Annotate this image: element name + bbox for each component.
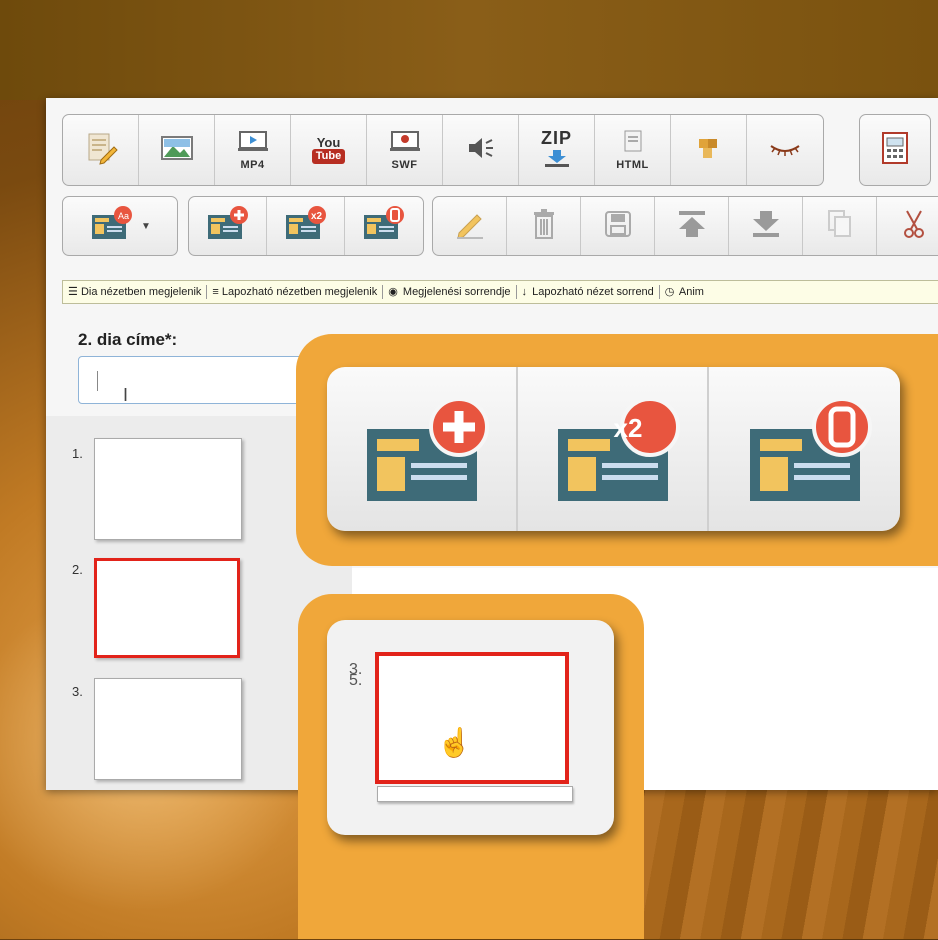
html-button[interactable]: HTML xyxy=(595,115,671,185)
zoomed-slide-actions: x2 xyxy=(327,367,900,531)
clock-icon: ◷ xyxy=(664,286,675,298)
zip-label: ZIP xyxy=(540,128,572,148)
add-slide-icon xyxy=(205,205,251,248)
youtube-tube-text: Tube xyxy=(311,149,346,164)
legend-item-display-order-label: Megjelenési sorrendje xyxy=(402,286,511,298)
slide-number: 2. xyxy=(72,562,83,577)
background-top xyxy=(0,0,938,100)
slide-layout-dropdown[interactable]: Aa ▼ xyxy=(62,196,178,256)
html-doc-icon xyxy=(619,130,647,157)
edit-document-icon xyxy=(83,130,119,171)
cut-button[interactable] xyxy=(877,197,938,255)
mp4-label: MP4 xyxy=(240,158,265,171)
zoomed-delete-slide-button[interactable] xyxy=(709,367,900,531)
slide-title-label: 2. dia címe*: xyxy=(78,330,178,349)
eye-icon: ◉ xyxy=(388,286,398,298)
slide-thumbnail-selected[interactable] xyxy=(94,558,240,658)
drag-thumbnail-shadow xyxy=(377,786,573,802)
puzzle-icon xyxy=(694,133,724,168)
legend-item-slide-view: ☰ Dia nézetben megjelenik xyxy=(63,285,208,299)
drag-slide-number: 3. 5. xyxy=(349,662,363,689)
legend-item-animation: ◷ Anim xyxy=(660,285,709,299)
slide-thumbnail[interactable] xyxy=(94,678,242,780)
slide-layout-button[interactable]: Aa ▼ xyxy=(63,197,177,255)
text-caret xyxy=(97,371,98,391)
legend-item-display-order: ◉ Megjelenési sorrendje xyxy=(383,285,517,299)
speaker-icon xyxy=(464,134,498,167)
youtube-icon: You Tube xyxy=(311,135,346,164)
edit-button[interactable] xyxy=(433,197,507,255)
audio-button[interactable] xyxy=(443,115,519,185)
trash-icon xyxy=(531,208,557,245)
video-icon xyxy=(236,130,270,157)
edit-toolbar xyxy=(432,196,938,256)
image-button[interactable] xyxy=(139,115,215,185)
copy-button[interactable] xyxy=(803,197,877,255)
chevron-down-icon: ▼ xyxy=(141,220,151,232)
dragged-slide-thumbnail[interactable] xyxy=(375,652,569,784)
legend-item-flip-view-label: Lapozható nézetben megjelenik xyxy=(221,286,378,298)
arrow-up-top-icon xyxy=(675,209,709,244)
arrow-down-icon: ↓ xyxy=(521,286,528,298)
delete-slide-button[interactable] xyxy=(345,197,423,255)
floppy-icon xyxy=(603,209,633,244)
delete-slide-icon xyxy=(730,387,880,512)
slide-number: 3. xyxy=(72,684,83,699)
eyelash-icon xyxy=(767,138,803,163)
calculator-toolbar xyxy=(859,114,931,186)
youtube-you-text: You xyxy=(316,135,341,150)
zoomed-slide-drag: 3. 5. ☝ xyxy=(327,620,614,835)
scissors-icon xyxy=(901,209,927,244)
hand-pointer-icon: ☝ xyxy=(437,727,472,758)
duplicate-slide-icon: x2 xyxy=(538,387,688,512)
calculator-icon xyxy=(880,131,910,170)
drag-number-new: 5. xyxy=(349,672,363,689)
zip-button[interactable]: ZIP xyxy=(519,115,595,185)
swf-button[interactable]: SWF xyxy=(367,115,443,185)
html-label: HTML xyxy=(616,158,649,171)
move-to-bottom-button[interactable] xyxy=(729,197,803,255)
delete-button[interactable] xyxy=(507,197,581,255)
move-to-top-button[interactable] xyxy=(655,197,729,255)
image-icon xyxy=(160,134,194,167)
edit-document-button[interactable] xyxy=(63,115,139,185)
eyelash-button[interactable] xyxy=(747,115,823,185)
svg-text:x2: x2 xyxy=(311,211,323,222)
add-slide-button[interactable] xyxy=(189,197,267,255)
ibeam-cursor-icon: I xyxy=(123,385,129,405)
slide-thumbnail[interactable] xyxy=(94,438,242,540)
arrow-down-bottom-icon xyxy=(749,209,783,244)
legend-item-flip-order: ↓ Lapozható nézet sorrend xyxy=(517,285,660,299)
puzzle-button[interactable] xyxy=(671,115,747,185)
duplicate-slide-icon: x2 xyxy=(283,205,329,248)
legend-item-slide-view-label: Dia nézetben megjelenik xyxy=(80,286,202,298)
list-icon: ≡ xyxy=(212,286,219,298)
zoomed-duplicate-slide-button[interactable]: x2 xyxy=(518,367,709,531)
download-icon xyxy=(543,149,571,172)
legend-item-animation-label: Anim xyxy=(678,286,704,298)
add-slide-icon xyxy=(347,387,497,512)
legend-item-flip-order-label: Lapozható nézet sorrend xyxy=(532,286,654,298)
flash-icon xyxy=(388,130,422,157)
youtube-button[interactable]: You Tube xyxy=(291,115,367,185)
slide-layout-icon: Aa xyxy=(89,205,135,248)
legend-bar: ☰ Dia nézetben megjelenik ≡ Lapozható né… xyxy=(62,280,938,304)
slide-view-icon: ☰ xyxy=(68,286,78,298)
mp4-button[interactable]: MP4 xyxy=(215,115,291,185)
media-toolbar: MP4 You Tube SWF ZIP HTML xyxy=(62,114,824,186)
calculator-button[interactable] xyxy=(860,115,930,185)
slide-actions-toolbar: x2 xyxy=(188,196,424,256)
duplicate-slide-button[interactable]: x2 xyxy=(267,197,345,255)
duplicate-badge-text: x2 xyxy=(613,412,643,443)
delete-slide-icon xyxy=(361,205,407,248)
pencil-icon xyxy=(453,209,487,244)
swf-label: SWF xyxy=(391,158,418,171)
copy-icon xyxy=(825,209,855,244)
svg-text:Aa: Aa xyxy=(118,211,129,221)
zoomed-add-slide-button[interactable] xyxy=(327,367,518,531)
legend-item-flip-view: ≡ Lapozható nézetben megjelenik xyxy=(207,285,384,299)
save-button[interactable] xyxy=(581,197,655,255)
slide-number: 1. xyxy=(72,446,83,461)
